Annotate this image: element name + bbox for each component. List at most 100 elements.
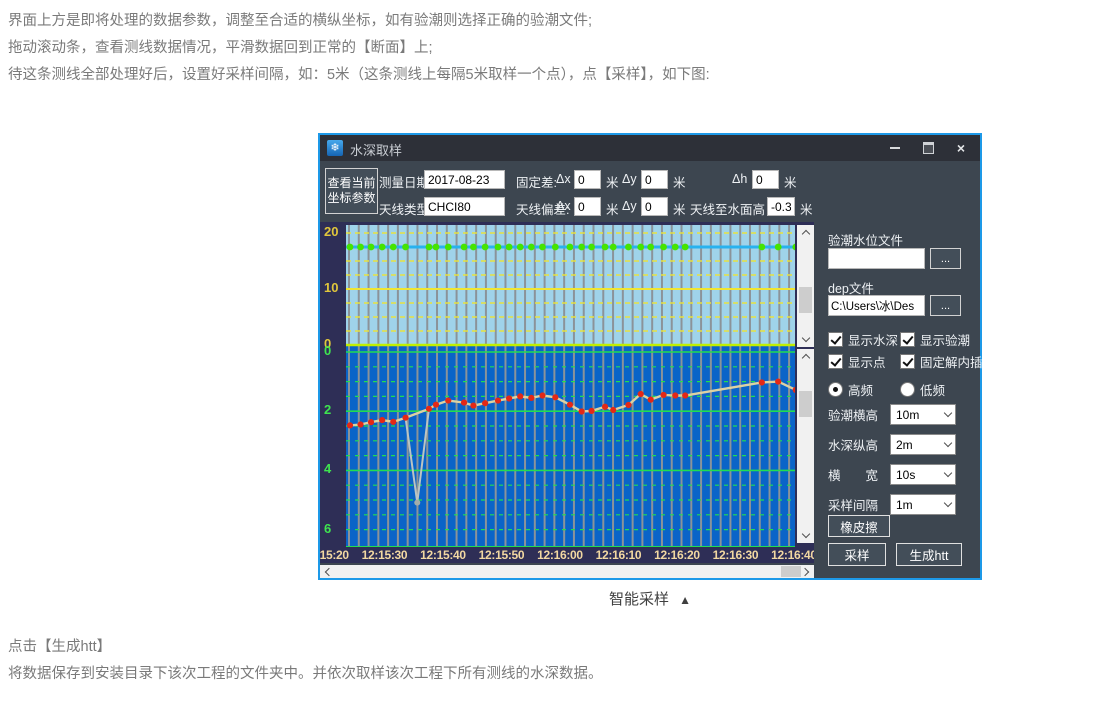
maximize-button[interactable] (919, 139, 937, 157)
tide-file-label: 验潮水位文件 (828, 230, 903, 249)
checkbox-label: 显示水深 (848, 330, 898, 349)
dropdown-row: 验潮横高10m (828, 404, 956, 425)
dh-input[interactable] (752, 170, 779, 189)
maximize-icon (923, 142, 934, 154)
checkbox-option[interactable]: 固定解内插 (900, 352, 983, 371)
scrollbar-thumb[interactable] (799, 287, 812, 313)
eraser-button[interactable]: 橡皮擦 (828, 515, 890, 537)
x-tick-label: 12:16:30 (707, 548, 765, 562)
dropdown-label: 采样间隔 (828, 495, 890, 514)
dx-label: Δx (556, 199, 571, 213)
checkmark-icon (902, 333, 913, 345)
y-tick-label: 4 (324, 461, 344, 476)
dh-label: Δh (732, 172, 747, 186)
bottom-instructions: 点击【生成htt】 将数据保存到安装目录下该次工程的文件夹中。并依次取样该次工程… (8, 634, 603, 688)
view-coordinates-button[interactable]: 查看当前 坐标参数 (325, 168, 378, 214)
sample-button[interactable]: 采样 (828, 543, 886, 566)
dropdown-row: 采样间隔1m (828, 494, 956, 515)
chevron-up-icon (801, 230, 809, 238)
scrollbar-thumb[interactable] (781, 566, 801, 577)
scroll-down-button[interactable] (797, 528, 814, 543)
dep-file-input[interactable] (828, 295, 925, 316)
checkbox-label: 固定解内插 (920, 352, 983, 371)
chevron-down-icon (944, 439, 952, 447)
radio-label: 高频 (848, 380, 873, 399)
antenna-type-input[interactable] (424, 197, 505, 216)
radio-option[interactable]: 低频 (900, 380, 945, 399)
meter-label: 米 (606, 199, 619, 218)
dropdown-label: 水深纵高 (828, 435, 890, 454)
scroll-left-button[interactable] (320, 565, 335, 578)
scroll-right-button[interactable] (799, 565, 814, 578)
tide-file-input[interactable] (828, 248, 925, 269)
tide-file-browse-button[interactable]: ... (930, 248, 961, 269)
antenna-dy-input[interactable] (641, 197, 668, 216)
dep-file-browse-button[interactable]: ... (930, 295, 961, 316)
antenna-to-water-input[interactable] (767, 197, 795, 216)
fixed-dy-input[interactable] (641, 170, 668, 189)
antenna-dx-input[interactable] (574, 197, 601, 216)
title-bar[interactable]: ❄ 水深取样 × (320, 135, 980, 161)
survey-date-label: 测量日期 (379, 172, 429, 191)
antenna-to-water-label: 天线至水面高 (690, 199, 765, 218)
collapse-arrow-icon[interactable]: ▲ (679, 593, 691, 607)
checkbox-option[interactable]: 显示水深 (828, 330, 898, 349)
meter-label: 米 (606, 172, 619, 191)
dx-label: Δx (556, 172, 571, 186)
button-label-line: 查看当前 (327, 176, 375, 190)
paragraph: 将数据保存到安装目录下该次工程的文件夹中。并依次取样该次工程下所有测线的水深数据… (8, 661, 603, 688)
radio-icon (828, 382, 843, 397)
meter-label: 米 (800, 199, 813, 218)
antenna-type-label: 天线类型 (379, 199, 429, 218)
radio-option[interactable]: 高频 (828, 380, 873, 399)
parameter-panel: 查看当前 坐标参数 测量日期 固定差: Δx 米 Δy 米 Δh 米 天线类型 … (320, 161, 980, 222)
checkbox-option[interactable]: 显示验潮 (900, 330, 970, 349)
x-tick-label: 12:15:30 (356, 548, 414, 562)
y-tick-label: 6 (324, 521, 344, 536)
chevron-up-icon (801, 354, 809, 362)
close-button[interactable]: × (952, 139, 970, 157)
chevron-down-icon (801, 334, 809, 342)
horizontal-scrollbar[interactable] (320, 565, 814, 578)
scroll-up-button[interactable] (797, 225, 814, 240)
paragraph: 界面上方是即将处理的数据参数，调整至合适的横纵坐标，如有验潮则选择正确的验潮文件… (8, 8, 710, 35)
checkbox-label: 显示验潮 (920, 330, 970, 349)
checkmark-icon (902, 355, 913, 367)
tide-vertical-scrollbar[interactable] (797, 225, 814, 347)
dropdown-select[interactable]: 10m (890, 404, 956, 425)
y-tick-label: 20 (324, 224, 344, 239)
checkmark-icon (830, 355, 841, 367)
scrollbar-thumb[interactable] (799, 391, 812, 417)
radio-label: 低频 (920, 380, 945, 399)
dropdown-select[interactable]: 1m (890, 494, 956, 515)
checkbox-option[interactable]: 显示点 (828, 352, 886, 371)
scroll-down-button[interactable] (797, 332, 814, 347)
x-tick-label: 12:16:40 (765, 548, 814, 562)
checkbox-icon (900, 354, 915, 369)
radio-dot-icon (833, 387, 838, 392)
generate-htt-button[interactable]: 生成htt (896, 543, 962, 566)
dropdown-select[interactable]: 2m (890, 434, 956, 455)
meter-label: 米 (673, 172, 686, 191)
chevron-down-icon (944, 469, 952, 477)
dy-label: Δy (622, 172, 637, 186)
plot-svg[interactable] (346, 222, 795, 547)
sidebar-panel: 验潮水位文件 ... dep文件 ... 显示水深显示验潮显示点固定解内插 高频… (814, 222, 980, 578)
chevron-left-icon (325, 567, 333, 575)
button-label-line: 坐标参数 (327, 191, 375, 205)
dropdown-value: 2m (896, 438, 913, 452)
survey-date-input[interactable] (424, 170, 505, 189)
fixed-dx-input[interactable] (574, 170, 601, 189)
scroll-up-button[interactable] (797, 349, 814, 364)
meter-label: 米 (673, 199, 686, 218)
checkmark-icon (830, 333, 841, 345)
minimize-icon (890, 147, 900, 149)
x-tick-label: 12:16:10 (590, 548, 648, 562)
dropdown-value: 10s (896, 468, 915, 482)
top-instructions: 界面上方是即将处理的数据参数，调整至合适的横纵坐标，如有验潮则选择正确的验潮文件… (8, 8, 710, 89)
chart-area: 201000246 12:15:2012:15:3012:15:4012:15:… (320, 222, 814, 563)
dropdown-select[interactable]: 10s (890, 464, 956, 485)
chevron-down-icon (944, 409, 952, 417)
minimize-button[interactable] (886, 139, 904, 157)
depth-vertical-scrollbar[interactable] (797, 349, 814, 543)
